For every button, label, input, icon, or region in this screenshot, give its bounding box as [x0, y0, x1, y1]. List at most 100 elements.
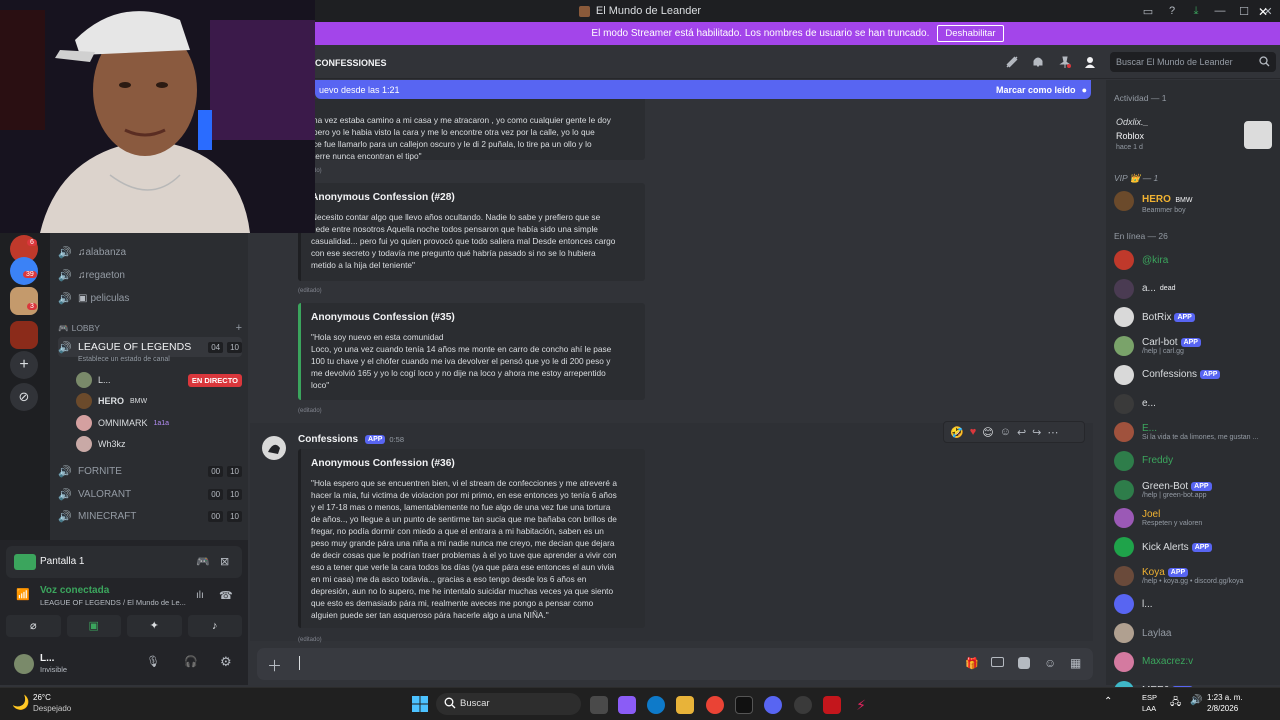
author-avatar[interactable]: [262, 436, 286, 460]
voice-status[interactable]: Voz conectada: [40, 585, 109, 596]
member-row[interactable]: l...: [1114, 590, 1274, 618]
stop-share-icon[interactable]: ⊠: [220, 555, 229, 568]
server-icon[interactable]: [10, 321, 38, 349]
laugh-reaction-icon[interactable]: 🤣: [950, 426, 964, 439]
member-row[interactable]: BotRix APP: [1114, 303, 1274, 331]
pin-icon[interactable]: [1058, 55, 1072, 69]
chrome-icon[interactable]: [706, 696, 724, 714]
banner-close-icon[interactable]: ✕: [1258, 5, 1268, 19]
channel-alabanza[interactable]: 🔊 ♫ alabanza: [58, 242, 242, 262]
member-row[interactable]: e...: [1114, 390, 1274, 418]
screen-share-card[interactable]: Pantalla 1 🎮 ⊠: [6, 546, 242, 578]
member-row[interactable]: Joel Respeten y valoren: [1114, 504, 1274, 532]
member-row[interactable]: Maxacrez:v: [1114, 648, 1274, 676]
threads-icon[interactable]: [1005, 55, 1019, 69]
disable-streamer-button[interactable]: Deshabilitar: [937, 25, 1004, 42]
attach-plus-icon[interactable]: ＋: [267, 655, 282, 676]
channel-peliculas[interactable]: 🔊 ▣ peliculas: [58, 288, 242, 308]
gif-icon[interactable]: [991, 657, 1004, 667]
member-row[interactable]: Koya APP/help • koya.gg • discord.gg/koya: [1114, 562, 1274, 590]
voice-channel-fornite[interactable]: 🔊 FORNITE 00 10: [58, 461, 242, 481]
category-lobby[interactable]: 🎮 LOBBY +: [58, 318, 242, 338]
activities-icon[interactable]: ✦: [127, 615, 182, 637]
activity-card[interactable]: Odxlix._ Roblox hace 1 d: [1112, 115, 1274, 157]
voice-user[interactable]: OMNIMARK 1a1a: [76, 413, 242, 433]
voice-channel-minecraft[interactable]: 🔊 MINECRAFT 00 10: [58, 506, 242, 526]
bell-icon[interactable]: [1031, 55, 1045, 69]
download-icon[interactable]: ⤓: [1184, 5, 1208, 18]
voice-user[interactable]: HERO BMW: [76, 391, 242, 411]
weather-icon[interactable]: 🌙: [12, 694, 29, 711]
avatar: [1114, 508, 1134, 529]
copilot-icon[interactable]: [618, 696, 636, 714]
minimize-button[interactable]: —: [1208, 5, 1232, 17]
member-row[interactable]: Carl-bot APP/help | carl.gg: [1114, 332, 1274, 360]
reply-icon[interactable]: ↩: [1017, 426, 1026, 439]
app-red-icon[interactable]: [823, 696, 841, 714]
network-icon[interactable]: 🖧: [1170, 695, 1181, 712]
tray-chevron-icon[interactable]: ⌃: [1104, 696, 1112, 707]
task-view-icon[interactable]: [590, 696, 608, 714]
member-row[interactable]: a... dead: [1114, 275, 1274, 303]
file-explorer-icon[interactable]: [676, 696, 694, 714]
windows-start-icon[interactable]: [412, 696, 428, 712]
edge-icon[interactable]: [647, 696, 665, 714]
member-row[interactable]: E... Si la vida te da limones, me gustan …: [1114, 418, 1274, 446]
taskbar-search[interactable]: Buscar: [436, 693, 581, 715]
sticker-icon[interactable]: [1018, 657, 1030, 669]
member-list-icon[interactable]: [1084, 55, 1098, 69]
server-icon-active[interactable]: [10, 287, 38, 315]
lightning-app-icon[interactable]: ⚡: [852, 696, 870, 714]
headphones-icon[interactable]: 🎧: [184, 655, 198, 668]
camera-off-icon[interactable]: ⌀: [6, 615, 61, 637]
mark-read-button[interactable]: Marcar como leído ●: [996, 85, 1087, 95]
emoji-icon[interactable]: ☺: [1044, 656, 1056, 670]
member-vip[interactable]: HERO BMW Beammer boy: [1114, 187, 1274, 215]
apps-icon[interactable]: ▦: [1070, 656, 1081, 670]
add-channel-icon[interactable]: +: [236, 322, 242, 334]
soundboard-icon[interactable]: ♪: [187, 615, 242, 637]
maximize-button[interactable]: ☐: [1232, 5, 1256, 18]
soundwave-icon[interactable]: ılı: [196, 590, 204, 601]
add-reaction-icon[interactable]: ☺: [1000, 426, 1011, 438]
voice-channel-valorant[interactable]: 🔊 VALORANT 00 10: [58, 484, 242, 504]
obs-icon[interactable]: [794, 696, 812, 714]
avatar[interactable]: [14, 654, 34, 674]
volume-icon[interactable]: 🔊: [1190, 695, 1202, 706]
message-composer[interactable]: ＋ 🎁 ☺ ▦: [257, 648, 1093, 680]
gift-icon[interactable]: 🎁: [965, 657, 979, 670]
member-row[interactable]: Green-Bot APP/help | green-bot.app: [1114, 476, 1274, 504]
member-row[interactable]: Confessions APP: [1114, 361, 1274, 389]
more-icon[interactable]: ⋯: [1047, 426, 1058, 439]
add-server-icon[interactable]: +: [10, 351, 38, 379]
new-messages-bar[interactable]: uevo desde las 1:21 Marcar como leído ●: [315, 80, 1091, 99]
help-icon[interactable]: ?: [1160, 5, 1184, 17]
member-row[interactable]: @kira: [1114, 246, 1274, 274]
forward-icon[interactable]: ↪: [1032, 426, 1041, 439]
voice-user[interactable]: Wh3kz: [76, 434, 242, 454]
screen-share-toggle-icon[interactable]: ▣: [66, 615, 121, 637]
message-author[interactable]: Confessions: [298, 434, 358, 445]
member-row[interactable]: Laylaa: [1114, 619, 1274, 647]
member-row[interactable]: Kick Alerts APP: [1114, 533, 1274, 561]
search-input[interactable]: Buscar El Mundo de Leander: [1110, 52, 1276, 72]
inbox-icon[interactable]: ▭: [1136, 5, 1160, 18]
grin-reaction-icon[interactable]: 😊: [982, 426, 993, 439]
discover-icon[interactable]: ⊘: [10, 383, 38, 411]
capcut-icon[interactable]: [735, 696, 753, 714]
microphone-icon[interactable]: 🎙: [146, 655, 160, 668]
gamepad-icon[interactable]: 🎮: [196, 555, 210, 568]
voice-location[interactable]: LEAGUE OF LEGENDS / El Mundo de Le...: [40, 598, 186, 607]
voice-channel-league[interactable]: 🔊 LEAGUE OF LEGENDS 04 10: [58, 337, 242, 357]
gear-icon[interactable]: ⚙: [220, 654, 232, 670]
member-text: @kira: [1142, 255, 1168, 266]
heart-reaction-icon[interactable]: ♥: [970, 426, 977, 438]
disconnect-icon[interactable]: ☎: [219, 589, 233, 602]
voice-user[interactable]: L... EN DIRECTO: [76, 370, 242, 390]
channel-status-hint[interactable]: Establece un estado de canal: [78, 356, 170, 363]
channel-regaeton[interactable]: 🔊 ♫ regaeton: [58, 265, 242, 285]
input-language[interactable]: ESP: [1142, 693, 1157, 702]
discord-taskbar-icon[interactable]: [764, 696, 782, 714]
member-row[interactable]: Freddy: [1114, 447, 1274, 475]
clock-time[interactable]: 1:23 a. m.: [1207, 693, 1243, 702]
